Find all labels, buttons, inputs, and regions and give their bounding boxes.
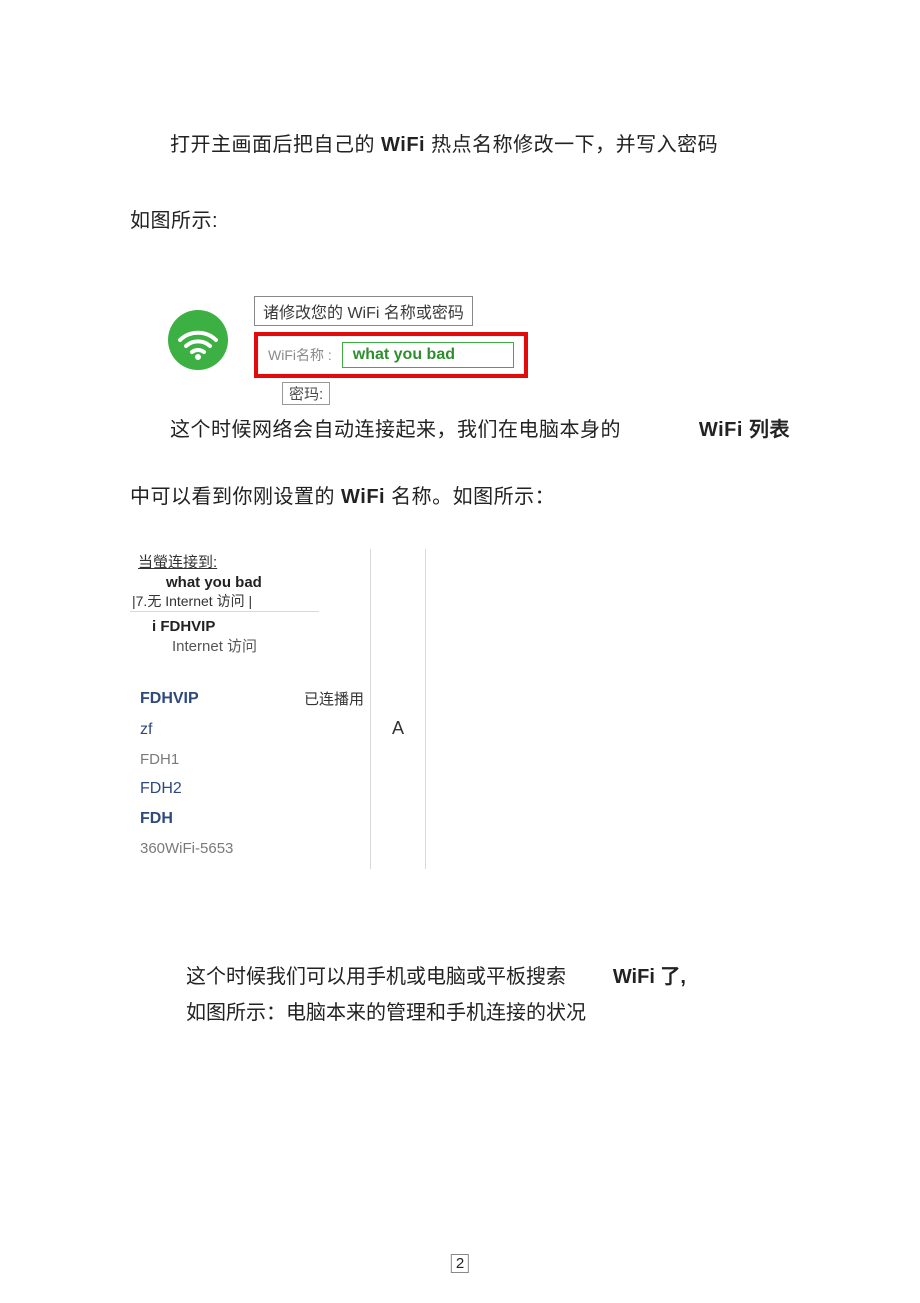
page-number: 2 <box>451 1254 469 1273</box>
popup-header: 当螢连接到: <box>138 551 366 572</box>
text-run: 这个时候网络会自动连接起来，我们在电脑本身的 <box>130 413 621 442</box>
wifi-name-row: WiFi名称 : what you bad <box>254 332 528 378</box>
wifi-settings-figure: 诸修改您的 WiFi 名称或密码 WiFi名称 : what you bad 密… <box>168 296 790 405</box>
network-status: 已连播用 <box>304 688 364 709</box>
network-row[interactable]: FDH2 <box>130 774 370 804</box>
network-name: FDH1 <box>140 751 179 768</box>
network-row[interactable]: FDH <box>130 804 370 834</box>
paragraph-see-name: 中可以看到你刚设置的 WiFi 名称。如图所示： <box>130 480 790 509</box>
text-run: 这个时候我们可以用手机或电脑或平板搜索 <box>186 959 566 995</box>
text-run: 名称。如图所示： <box>391 486 555 508</box>
text-bold-wifi: WiFi <box>335 486 391 508</box>
paragraph-search: 这个时候我们可以用手机或电脑或平板搜索 WiFi 了, 如图所示：电脑本来的管理… <box>186 959 790 1031</box>
network-name: FDH <box>140 810 173 828</box>
network-name: 360WiFi-5653 <box>140 840 233 857</box>
document-page: 打开主画面后把自己的 WiFi 热点名称修改一下，并写入密码 如图所示: 诸修改… <box>0 0 920 1303</box>
no-internet-label: |7.无 Internet 访问 | <box>130 591 319 612</box>
text-run: 如图所示: <box>130 210 218 232</box>
network-row[interactable]: zf <box>130 715 370 745</box>
text-run: 中可以看到你刚设置的 <box>130 486 335 508</box>
paragraph-intro: 打开主画面后把自己的 WiFi 热点名称修改一下，并写入密码 <box>130 130 790 160</box>
network-list: FDHVIP 已连播用 zf FDH1 FDH2 FDH 360WiFi-5653 <box>130 682 370 863</box>
wifi-name-label: WiFi名称 : <box>268 345 332 365</box>
wifi-popup-right-col: A <box>371 549 426 869</box>
text-bold-wifi-now: WiFi 了, <box>613 959 686 995</box>
network-name: FDH2 <box>140 780 182 798</box>
wifi-password-label: 密玛: <box>282 382 330 405</box>
current-network-name: what you bad <box>166 574 370 591</box>
wifi-hint-label: 诸修改您的 WiFi 名称或密码 <box>254 296 473 326</box>
network-row[interactable]: FDHVIP 已连播用 <box>130 682 370 715</box>
right-col-a: A <box>392 719 404 737</box>
paragraph-caption: 如图所示: <box>130 206 790 236</box>
network-row[interactable]: 360WiFi-5653 <box>130 834 370 863</box>
wifi-fields: 诸修改您的 WiFi 名称或密码 WiFi名称 : what you bad 密… <box>254 296 528 405</box>
internet-access-label: Internet 访问 <box>172 635 370 656</box>
network-row[interactable]: FDH1 <box>130 745 370 774</box>
network-name: zf <box>140 721 152 739</box>
wifi-popup-panel: 当螢连接到: what you bad |7.无 Internet 访问 | i… <box>130 549 371 869</box>
wifi-icon <box>168 310 228 370</box>
connected-network-name: i FDHVIP <box>152 618 370 635</box>
text-run: 打开主画面后把自己的 <box>170 134 375 156</box>
wifi-name-input[interactable]: what you bad <box>342 342 514 368</box>
wifi-list-figure: 当螢连接到: what you bad |7.无 Internet 访问 | i… <box>130 549 790 869</box>
network-name: FDHVIP <box>140 690 199 708</box>
paragraph-status-desc: 如图所示：电脑本来的管理和手机连接的状况 <box>186 995 790 1031</box>
paragraph-auto-connect: 这个时候网络会自动连接起来，我们在电脑本身的 WiFi 列表 <box>130 413 790 442</box>
text-bold-wifi: WiFi <box>375 134 431 156</box>
text-bold-wifi-list: WiFi 列表 <box>699 413 790 442</box>
text-run: 热点名称修改一下，并写入密码 <box>431 134 718 156</box>
